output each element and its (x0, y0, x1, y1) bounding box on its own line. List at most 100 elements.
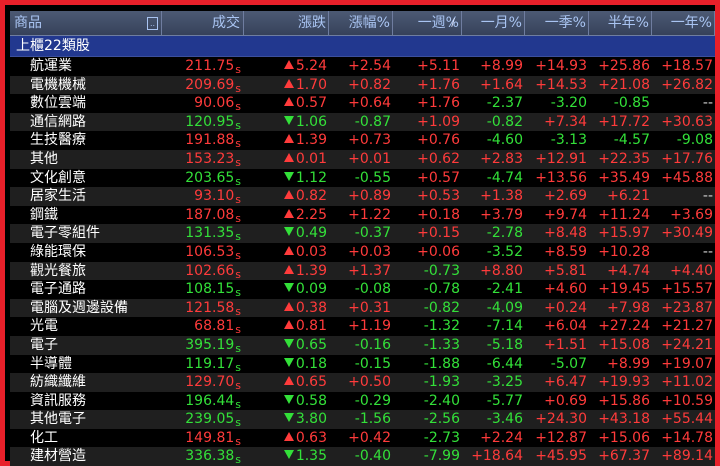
price-value: 119.17 (185, 355, 235, 372)
change-value: 0.82 (295, 188, 327, 205)
price-suffix: s (235, 193, 241, 206)
week-cell: +0.53 (417, 188, 460, 205)
group-row[interactable]: 上櫃22類股 (10, 36, 715, 57)
col-header-year[interactable]: 一年% (652, 11, 715, 35)
pct-cell: +1.19 (348, 318, 391, 335)
half-cell: +15.97 (598, 225, 650, 242)
year-cell: -9.08 (676, 132, 713, 149)
table-row[interactable]: 光電 68.81s 0.81 +1.19 -1.32 -7.14 +6.04 +27.24 +2… (10, 317, 715, 336)
change-value: 0.01 (295, 150, 327, 167)
down-arrow-icon (283, 413, 294, 423)
price-value: 395.19 (185, 336, 235, 353)
table-row[interactable]: 化工 149.81s 0.63 +0.42 -2.73 +2.24 +12.87 +15.06… (10, 428, 715, 448)
pct-cell: -0.40 (354, 448, 391, 465)
half-cell: +43.18 (598, 411, 650, 428)
week-cell: -2.56 (423, 411, 460, 428)
table-row[interactable]: 居家生活 93.10s 0.82 +0.89 +0.53 +1.38 +2.69 +6.21 -… (10, 187, 715, 206)
table-row[interactable]: 航運業 211.75s 5.24 +2.54 +5.11 +8.99 +14.93 +25.8… (10, 57, 715, 76)
table-row[interactable]: 通信網路 120.95s 1.06 -0.87 +1.09 -0.82 +7.34 +17.7… (10, 112, 715, 132)
table-row[interactable]: 生技醫療 191.88s 1.39 +0.73 +0.76 -4.60 -3.13 -4.57… (10, 131, 715, 150)
price-suffix: s (235, 81, 241, 95)
change-cell: 5.24 (244, 57, 329, 76)
pct-cell: -0.08 (354, 281, 391, 298)
price-value: 106.53 (185, 243, 235, 260)
up-arrow-icon (283, 190, 294, 200)
table-header: 商品 .. 成交 漲跌 漲幅% 一週% / 一月% 一季% 半年% 一年% (10, 11, 715, 36)
price-value: 203.65 (185, 169, 235, 186)
table-row[interactable]: 電子零組件 131.35s 0.49 -0.37 +0.15 -2.78 +8.48 +15.… (10, 224, 715, 243)
pct-cell: -0.55 (354, 169, 391, 186)
week-cell: -2.73 (423, 429, 460, 446)
price-cell: 209.69s (162, 76, 244, 95)
table-row[interactable]: 建材營造 336.38s 1.35 -0.40 -7.99 +18.64 +45.95 +67… (10, 447, 715, 466)
year-cell: +45.88 (661, 169, 713, 186)
col-header-pct[interactable]: 漲幅% (329, 11, 393, 35)
up-arrow-icon (283, 134, 294, 144)
col-header-week[interactable]: 一週% / (393, 11, 462, 35)
price-cell: 120.95s (162, 113, 244, 132)
half-cell: +15.06 (598, 429, 650, 446)
pct-cell: +0.42 (348, 429, 391, 446)
table-row[interactable]: 其他 153.23s 0.01 +0.01 +0.62 +2.83 +12.91 +22.35… (10, 149, 715, 169)
week-cell: +0.18 (417, 206, 460, 223)
change-value: 0.09 (295, 281, 327, 298)
table-row[interactable]: 資訊服務 196.44s 0.58 -0.29 -2.40 -5.77 +0.69 +15.8… (10, 391, 715, 411)
change-value: 1.06 (295, 113, 327, 130)
table-row[interactable]: 紡織纖維 129.70s 0.65 +0.50 -1.93 -3.25 +6.47 +19.9… (10, 373, 715, 392)
week-cell: -1.88 (423, 355, 460, 372)
table-row[interactable]: 鋼鐵 187.08s 2.25 +1.22 +0.18 +3.79 +9.74 +11.24 +… (10, 205, 715, 225)
column-menu-icon[interactable]: .. (147, 17, 158, 30)
pct-cell: +0.64 (348, 95, 391, 112)
col-header-month[interactable]: 一月% (462, 11, 525, 35)
col-header-price[interactable]: 成交 (162, 11, 244, 35)
price-suffix: s (235, 341, 241, 355)
table-row[interactable]: 綠能環保 106.53s 0.03 +0.03 +0.06 -3.52 +8.59 +10.2… (10, 242, 715, 262)
table-row[interactable]: 觀光餐旅 102.66s 1.39 +1.37 -0.73 +8.80 +5.81 +4.74… (10, 261, 715, 281)
change-cell: 1.06 (244, 113, 329, 132)
price-cell: 90.06s (162, 94, 244, 113)
table-row[interactable]: 電機機械 209.69s 1.70 +0.82 +1.76 +1.64 +14.53 +21.… (10, 75, 715, 95)
table-row[interactable]: 電子通路 108.15s 0.09 -0.08 -0.78 -2.41 +4.60 +19.4… (10, 280, 715, 299)
half-cell: +15.08 (598, 336, 650, 353)
price-suffix: s (235, 379, 241, 392)
quarter-cell: +24.30 (535, 411, 587, 428)
sort-marker-icon: / (451, 16, 455, 29)
col-header-quarter[interactable]: 一季% (525, 11, 589, 35)
price-value: 93.10 (194, 188, 235, 205)
table-row[interactable]: 電子 395.19s 0.65 -0.16 -1.33 -5.18 +1.51 +15.08 +… (10, 335, 715, 355)
col-header-change[interactable]: 漲跌 (244, 11, 329, 35)
price-cell: 119.17s (162, 355, 244, 374)
change-cell: 0.65 (244, 336, 329, 355)
table-row[interactable]: 半導體 119.17s 0.18 -0.15 -1.88 -6.44 -5.07 +8.99 +… (10, 354, 715, 374)
col-header-half[interactable]: 半年% (589, 11, 652, 35)
change-cell: 0.57 (244, 94, 329, 113)
quarter-cell: +12.91 (535, 150, 587, 167)
quarter-cell: +5.81 (544, 262, 587, 279)
half-cell: +27.24 (598, 318, 650, 335)
week-cell: -0.73 (423, 262, 460, 279)
col-header-product[interactable]: 商品 .. (10, 11, 162, 35)
year-cell: +4.40 (670, 262, 713, 279)
table-row[interactable]: 文化創意 203.65s 1.12 -0.55 +0.57 -4.74 +13.56 +35.… (10, 168, 715, 188)
month-cell: -4.09 (486, 299, 523, 316)
week-cell: +1.76 (417, 76, 460, 93)
price-suffix: s (235, 323, 241, 336)
half-cell: -4.57 (613, 132, 650, 149)
table-row[interactable]: 電腦及週邊設備 121.58s 0.38 +0.31 -0.82 -4.09 +0.24 +7… (10, 298, 715, 318)
product-name: 綠能環保 (30, 243, 86, 260)
year-cell: +14.78 (661, 429, 713, 446)
price-cell: 121.58s (162, 299, 244, 318)
product-name: 文化創意 (30, 169, 86, 186)
price-value: 149.81 (185, 429, 235, 446)
product-name: 紡織纖維 (30, 374, 86, 391)
year-cell: +55.44 (661, 411, 713, 428)
week-cell: -7.99 (423, 448, 460, 465)
price-suffix: s (235, 434, 241, 448)
change-cell: 0.09 (244, 280, 329, 299)
quarter-cell: +0.24 (544, 299, 587, 316)
table-row[interactable]: 數位雲端 90.06s 0.57 +0.64 +1.76 -2.37 -3.20 -0.85 -… (10, 94, 715, 113)
table-row[interactable]: 其他電子 239.05s 3.80 -1.56 -2.56 -3.46 +24.30 +43.… (10, 410, 715, 429)
change-value: 0.49 (295, 225, 327, 242)
up-arrow-icon (283, 78, 294, 88)
half-cell: +19.45 (598, 281, 650, 298)
